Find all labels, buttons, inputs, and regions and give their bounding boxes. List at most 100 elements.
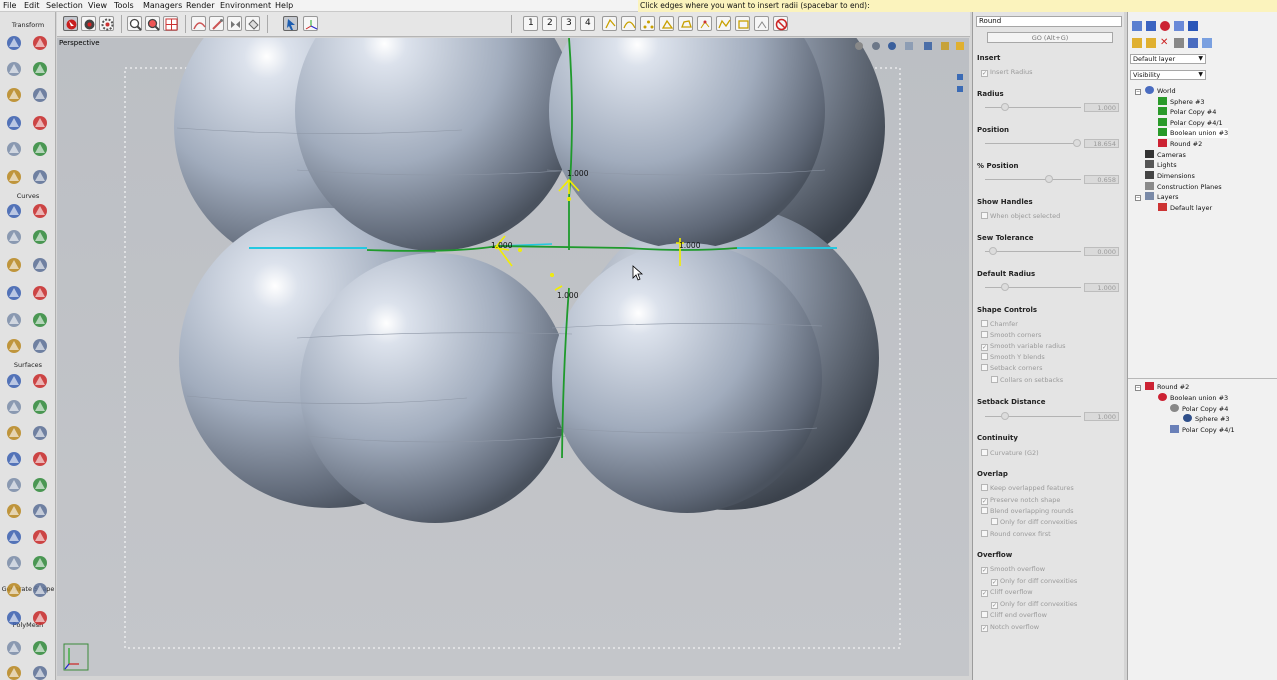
viewport-shade-icon[interactable]	[872, 42, 880, 50]
palette-tool-button[interactable]	[2, 607, 26, 629]
palette-tool-button[interactable]	[28, 526, 52, 548]
palette-tool-button[interactable]	[28, 422, 52, 444]
smooth-y-blends-checkbox[interactable]: Smooth Y blends	[981, 353, 1045, 361]
palette-tool-button[interactable]	[2, 166, 26, 188]
palette-tool-button[interactable]	[28, 309, 52, 331]
viewport-side-icon-1[interactable]	[957, 74, 963, 80]
default-radius-slider[interactable]	[985, 283, 1081, 291]
edge-select-button[interactable]	[602, 16, 617, 31]
palette-tool-button[interactable]	[28, 335, 52, 357]
palette-tool-button[interactable]	[28, 138, 52, 160]
properties-icon[interactable]	[1174, 21, 1184, 31]
point-select-button[interactable]	[640, 16, 655, 31]
palette-tool-button[interactable]	[2, 226, 26, 248]
manipulator-button[interactable]	[283, 16, 298, 31]
chamfer-checkbox[interactable]: Chamfer	[981, 320, 1018, 328]
folder-icon[interactable]	[1132, 38, 1142, 48]
view-1-button[interactable]: 1	[523, 16, 538, 31]
palette-tool-button[interactable]	[28, 607, 52, 629]
default-radius-value-field[interactable]: 1.000	[1084, 283, 1119, 292]
palette-tool-button[interactable]	[28, 32, 52, 54]
history-node-polar-copy-4[interactable]: Polar Copy #4	[1170, 404, 1228, 414]
setback-corners-checkbox[interactable]: Setback corners	[981, 364, 1042, 372]
position-value-field[interactable]: 18.654	[1084, 139, 1119, 148]
tree-node-layers[interactable]: Layers	[1145, 192, 1179, 202]
palette-tool-button[interactable]	[2, 552, 26, 574]
lock-icon[interactable]	[1188, 38, 1198, 48]
tree-node-world[interactable]: World	[1145, 86, 1176, 96]
copy-icon[interactable]	[1146, 21, 1156, 31]
layer-dropdown[interactable]: Default layer ▼	[1130, 54, 1206, 64]
smooth-variable-radius-checkbox[interactable]: ✓ Smooth variable radius	[981, 342, 1066, 351]
tree-node-sphere-3[interactable]: Sphere #3	[1158, 97, 1205, 107]
cliff-only-diff-convexities-checkbox[interactable]: ✓ Only for diff convexities	[991, 600, 1077, 609]
palette-tool-button[interactable]	[28, 579, 52, 601]
palette-tool-button[interactable]	[2, 58, 26, 80]
history-node-sphere-3[interactable]: Sphere #3	[1183, 414, 1230, 424]
palette-tool-button[interactable]	[28, 370, 52, 392]
pct-position-slider[interactable]	[985, 175, 1081, 183]
view-2-button[interactable]: 2	[542, 16, 557, 31]
xyz-button[interactable]	[754, 16, 769, 31]
grid-snap-button[interactable]	[163, 16, 178, 31]
pct-position-value-field[interactable]: 0.658	[1084, 175, 1119, 184]
curve-select-button[interactable]	[621, 16, 636, 31]
palette-tool-button[interactable]	[2, 370, 26, 392]
command-search-input[interactable]: Round	[976, 16, 1122, 27]
palette-tool-button[interactable]	[2, 474, 26, 496]
overlap-only-diff-convexities-checkbox[interactable]: Only for diff convexities	[991, 518, 1077, 526]
palette-tool-button[interactable]	[2, 396, 26, 418]
menu-view[interactable]: View	[88, 1, 107, 10]
visibility-dropdown[interactable]: Visibility ▼	[1130, 70, 1206, 80]
close-icon[interactable]: ✕	[1160, 38, 1170, 48]
palette-tool-button[interactable]	[28, 200, 52, 222]
cancel-select-button[interactable]	[773, 16, 788, 31]
snap-button[interactable]	[245, 16, 260, 31]
palette-tool-button[interactable]	[28, 396, 52, 418]
collars-on-setbacks-checkbox[interactable]: Collars on setbacks	[991, 376, 1063, 384]
menu-tools[interactable]: Tools	[114, 1, 134, 10]
palette-tool-button[interactable]	[28, 662, 52, 680]
sew-tolerance-slider[interactable]	[985, 247, 1081, 255]
preserve-notch-shape-checkbox[interactable]: ✓ Preserve notch shape	[981, 496, 1060, 505]
tree-node-boolean-union-3[interactable]: Boolean union #3	[1158, 128, 1229, 138]
palette-tool-button[interactable]	[2, 138, 26, 160]
menu-file[interactable]: File	[3, 1, 16, 10]
viewport-side-icon-2[interactable]	[957, 86, 963, 92]
palette-tool-button[interactable]	[28, 552, 52, 574]
tree-node-cameras[interactable]: Cameras	[1145, 150, 1186, 160]
palette-tool-button[interactable]	[2, 448, 26, 470]
tree-node-polar-copy-4-1[interactable]: Polar Copy #4/1	[1158, 118, 1223, 128]
menu-render[interactable]: Render	[186, 1, 214, 10]
palette-tool-button[interactable]	[28, 282, 52, 304]
palette-tool-button[interactable]	[2, 32, 26, 54]
link-icon[interactable]	[1174, 38, 1184, 48]
viewport-render-icon[interactable]	[888, 42, 896, 50]
palette-tool-button[interactable]	[28, 84, 52, 106]
menu-environment[interactable]: Environment	[220, 1, 271, 10]
smooth-corners-checkbox[interactable]: Smooth corners	[981, 331, 1041, 339]
sew-tolerance-value-field[interactable]: 0.000	[1084, 247, 1119, 256]
palette-tool-button[interactable]	[28, 226, 52, 248]
menu-managers[interactable]: Managers	[143, 1, 182, 10]
palette-tool-button[interactable]	[2, 500, 26, 522]
tree-node-default-layer[interactable]: Default layer	[1158, 203, 1212, 213]
edge-chain-button[interactable]	[716, 16, 731, 31]
palette-tool-button[interactable]	[2, 200, 26, 222]
palette-tool-button[interactable]	[2, 637, 26, 659]
object-select-button[interactable]	[99, 16, 114, 31]
menu-help[interactable]: Help	[275, 1, 293, 10]
radius-value-field[interactable]: 1.000	[1084, 103, 1119, 112]
delete-icon[interactable]	[1160, 21, 1170, 31]
menu-selection[interactable]: Selection	[46, 1, 83, 10]
face-select-button[interactable]	[659, 16, 674, 31]
palette-tool-button[interactable]	[28, 500, 52, 522]
expand-layers-toggle[interactable]: −	[1135, 195, 1141, 201]
new-object-icon[interactable]	[1132, 21, 1142, 31]
palette-tool-button[interactable]	[28, 254, 52, 276]
palette-tool-button[interactable]	[2, 112, 26, 134]
history-node-boolean-union-3[interactable]: Boolean union #3	[1158, 393, 1228, 403]
radius-slider[interactable]	[985, 103, 1081, 111]
expand-world-toggle[interactable]: −	[1135, 89, 1141, 95]
palette-tool-button[interactable]	[2, 84, 26, 106]
